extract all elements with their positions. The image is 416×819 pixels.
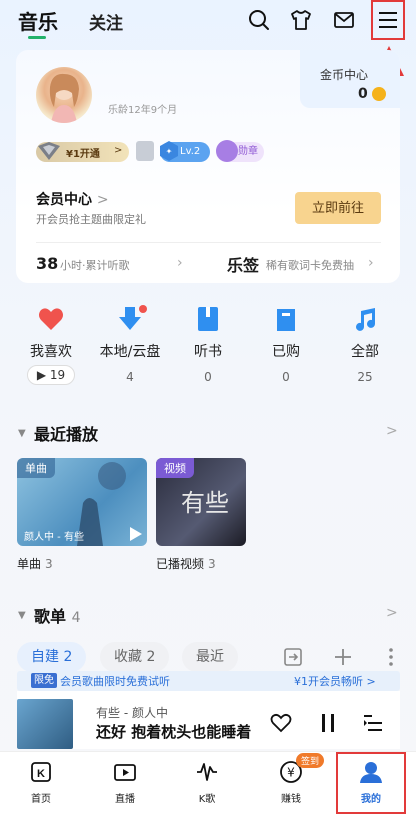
- vip-arrow: >: [114, 145, 123, 156]
- svg-text:✦: ✦: [166, 147, 173, 156]
- k-home-icon: K: [31, 762, 51, 782]
- promo-tag: 限免: [31, 673, 57, 688]
- like-heart-icon[interactable]: [270, 712, 292, 734]
- svg-text:¥: ¥: [287, 766, 295, 780]
- add-icon[interactable]: [333, 647, 353, 667]
- heart-icon: [39, 308, 63, 330]
- now-playing-info: 有些 - 颜人中: [96, 706, 169, 720]
- nav-home[interactable]: K 首页: [11, 760, 71, 805]
- promo-vip-link[interactable]: ¥1开会员畅听 >: [294, 673, 376, 689]
- svg-text:K: K: [37, 768, 45, 780]
- nav-label: K歌: [198, 794, 216, 805]
- tab-follow[interactable]: 关注: [89, 9, 123, 34]
- medal-star-icon: [216, 140, 238, 162]
- coin-icon: [372, 87, 386, 101]
- chevron-right-icon[interactable]: >: [386, 423, 398, 439]
- lyric-card-subtitle: 稀有歌词卡免费抽: [266, 259, 354, 272]
- video-cover-text: 有些: [181, 489, 229, 517]
- book-icon: [198, 307, 218, 331]
- signin-badge: 签到: [296, 753, 325, 768]
- tab-music[interactable]: 音乐: [18, 6, 58, 39]
- quick-entry-local[interactable]: 本地/云盘 4: [95, 305, 165, 384]
- tile-caption: 颜人中 - 有些: [24, 532, 84, 543]
- recent-single-label[interactable]: 单曲 3: [17, 555, 53, 572]
- quick-entry-label: 我喜欢: [30, 344, 72, 360]
- avatar[interactable]: [36, 67, 92, 123]
- listen-hours-label[interactable]: 小时·累计听歌: [60, 257, 130, 273]
- player-cover-art[interactable]: [17, 699, 73, 749]
- import-icon[interactable]: [283, 647, 303, 667]
- coin-value: 0: [358, 86, 368, 102]
- lyric-card-title[interactable]: 乐签: [227, 252, 259, 276]
- collapse-caret-icon[interactable]: ▼: [18, 428, 26, 439]
- live-tv-icon: [114, 764, 136, 781]
- card-badge-icon[interactable]: [136, 141, 154, 161]
- collapse-caret-icon[interactable]: ▼: [18, 610, 26, 621]
- tab-collected[interactable]: 收藏 2: [100, 642, 170, 672]
- member-center-subtitle: 开会员抢主题曲限定礼: [36, 213, 146, 226]
- bag-icon: [277, 309, 295, 331]
- quick-entry-count: 4: [126, 370, 134, 384]
- top-bar: 音乐 关注: [0, 0, 416, 44]
- quick-entry-favorites[interactable]: 我喜欢 ▶ 19: [16, 305, 86, 385]
- chevron-right-icon[interactable]: ›: [368, 255, 374, 271]
- avatar-illustration: [49, 73, 79, 123]
- coin-center[interactable]: 金币中心 0: [300, 50, 400, 108]
- more-icon[interactable]: [381, 647, 401, 667]
- level-hex-icon: ✦: [160, 141, 178, 161]
- divider: [36, 242, 381, 243]
- play-icon[interactable]: [130, 527, 142, 541]
- tab-self-created[interactable]: 自建 2: [17, 642, 87, 672]
- quick-entry-label: 全部: [351, 344, 379, 360]
- tile-tag: 视频: [156, 458, 194, 478]
- waveform-icon: [197, 763, 217, 781]
- recent-section-title: 最近播放: [34, 425, 99, 444]
- promo-text: 会员歌曲限时免费试听: [60, 675, 170, 688]
- recent-tile-video[interactable]: 视频 有些: [156, 458, 246, 546]
- quick-entry-all[interactable]: 全部 25: [330, 305, 400, 384]
- quick-entry-label: 听书: [194, 344, 222, 360]
- tab-recent[interactable]: 最近: [182, 642, 238, 672]
- now-playing-lyric: 还好 抱着枕头也能睡着: [96, 723, 252, 741]
- nav-live[interactable]: 直播: [95, 760, 155, 805]
- quick-entry-purchased[interactable]: 已购 0: [251, 305, 321, 384]
- nav-highlight-box: [336, 752, 406, 814]
- chevron-right-icon[interactable]: >: [386, 605, 398, 621]
- listening-age: 乐龄12年9个月: [108, 105, 178, 116]
- music-note-icon: [356, 308, 375, 331]
- coin-center-title: 金币中心: [320, 68, 369, 82]
- menu-highlight-box: [371, 0, 405, 40]
- favorites-play-count[interactable]: ▶ 19: [26, 365, 76, 385]
- mail-icon[interactable]: [332, 8, 356, 32]
- search-icon[interactable]: [247, 8, 271, 32]
- goto-now-button[interactable]: 立即前往: [295, 192, 381, 224]
- playlist-queue-icon[interactable]: [362, 712, 384, 734]
- listen-hours-value: 38: [36, 254, 59, 273]
- quick-entry-count: 0: [204, 370, 212, 384]
- nav-ksong[interactable]: K歌: [177, 760, 237, 805]
- notification-dot: [139, 305, 147, 313]
- pause-icon[interactable]: [318, 712, 338, 734]
- nav-label: 首页: [31, 794, 51, 805]
- nav-label: 直播: [115, 794, 135, 805]
- nav-label: 赚钱: [281, 794, 301, 805]
- quick-entry-count: 0: [282, 370, 290, 384]
- quick-entry-label: 已购: [272, 344, 300, 360]
- quick-entry-count: 25: [357, 370, 373, 384]
- vip-label: ¥1开通: [66, 149, 100, 160]
- recent-tile-single[interactable]: 单曲 颜人中 - 有些: [17, 458, 147, 546]
- recent-video-label[interactable]: 已播视频 3: [156, 555, 216, 572]
- member-center-title[interactable]: 会员中心 >: [36, 189, 109, 209]
- quick-entry-label: 本地/云盘: [99, 344, 161, 360]
- playlist-section-title: 歌单 4: [34, 607, 81, 626]
- tshirt-icon[interactable]: [289, 8, 313, 32]
- vip-diamond-icon: [38, 142, 60, 160]
- chevron-right-icon[interactable]: ›: [177, 255, 183, 271]
- quick-entry-audiobook[interactable]: 听书 0: [173, 305, 243, 384]
